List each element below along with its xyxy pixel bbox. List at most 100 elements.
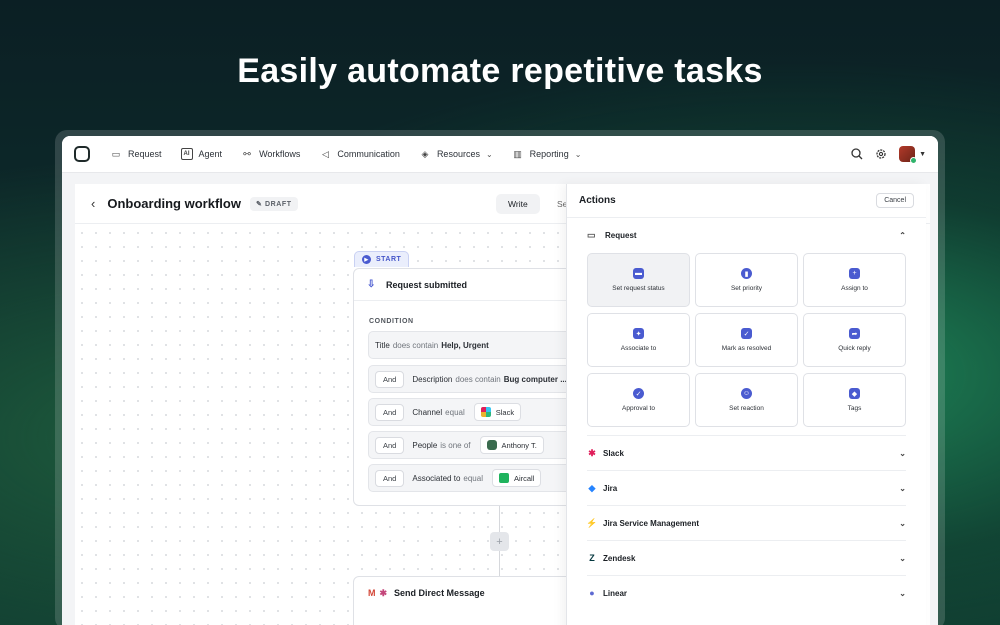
ticket-icon: ▬ (633, 268, 644, 279)
and-button[interactable]: And (375, 370, 405, 388)
tile-label: Assign to (841, 285, 868, 292)
start-badge: ▶ START (354, 251, 410, 267)
nav-resources[interactable]: ◈ Resources ⌄ (419, 148, 493, 160)
check-circle-icon: ✓ (633, 388, 644, 399)
tile-label: Set request status (612, 285, 665, 292)
integration-label: Zendesk (603, 553, 636, 563)
chevron-down-icon: ⌄ (899, 588, 906, 598)
trigger-card[interactable]: ⇩ Request submitted CONDITION Title does… (353, 268, 598, 506)
check-square-icon: ✓ (741, 328, 752, 339)
tile-set-request-status[interactable]: ▬ Set request status (587, 253, 690, 307)
tile-assign-to[interactable]: + Assign to (803, 253, 906, 307)
chevron-down-icon: ⌄ (899, 518, 906, 528)
condition-label: CONDITION (369, 318, 414, 325)
tile-quick-reply[interactable]: ➦ Quick reply (803, 313, 906, 367)
action-tiles: ▬ Set request status ▮ Set priority + As… (567, 253, 926, 427)
condition-operator: is one of (440, 440, 471, 450)
zendesk-icon: Z (589, 553, 595, 563)
and-button[interactable]: And (375, 436, 405, 454)
layers-icon: ◈ (421, 148, 429, 159)
start-label: START (376, 256, 402, 263)
tile-label: Quick reply (838, 345, 871, 352)
condition-row[interactable]: Title does contain Help, Urgent (368, 331, 598, 359)
pin-icon: ✦ (633, 328, 644, 339)
condition-operator: does contain (455, 374, 501, 384)
panel-title: Actions (579, 195, 616, 206)
add-step-button[interactable]: + (490, 532, 509, 551)
workflow-title: Onboarding workflow (107, 196, 241, 211)
chip-label: Anthony T. (501, 440, 537, 450)
chevron-up-icon: ⌃ (899, 231, 906, 240)
condition-row[interactable]: And People is one of Anthony T. (368, 431, 598, 459)
tab-write[interactable]: Write (496, 194, 540, 214)
smiley-icon: ☺ (741, 388, 752, 399)
action-card[interactable]: M ✱ Send Direct Message (353, 576, 583, 625)
condition-row[interactable]: And Channel equal Slack (368, 398, 598, 426)
cancel-button[interactable]: Cancel (876, 193, 914, 208)
chart-icon: ▥ (513, 148, 522, 159)
condition-row[interactable]: And Associated to equal Aircall (368, 464, 598, 492)
inbox-icon: ▭ (111, 148, 121, 159)
tile-set-priority[interactable]: ▮ Set priority (695, 253, 798, 307)
app-window: ▭ Request AI Agent ⚯ Workflows ◁ Communi… (55, 130, 945, 625)
gear-icon[interactable] (875, 148, 887, 160)
megaphone-icon: ◁ (321, 148, 329, 159)
reply-arrow-icon: ➦ (849, 328, 860, 339)
nav-request[interactable]: ▭ Request (110, 148, 162, 160)
value-chip[interactable]: Slack (473, 403, 522, 421)
tile-label: Associate to (620, 345, 657, 352)
actions-panel-header: Actions Cancel (567, 184, 926, 218)
nav-agent-label: Agent (198, 149, 223, 159)
nav-reporting[interactable]: ▥ Reporting ⌄ (512, 148, 581, 160)
aircall-icon (498, 473, 509, 483)
nav-reporting-label: Reporting (529, 149, 569, 159)
chevron-down-icon: ⌄ (899, 448, 906, 458)
search-icon[interactable] (851, 148, 863, 160)
logo-icon[interactable] (74, 146, 90, 162)
tile-approval-to[interactable]: ✓ Approval to (587, 373, 690, 427)
avatar-caret-icon[interactable]: ▼ (919, 151, 926, 158)
ai-icon: AI (180, 148, 193, 160)
tile-set-reaction[interactable]: ☺ Set reaction (695, 373, 798, 427)
inbox-download-icon: ⇩ (367, 278, 376, 290)
tile-tags[interactable]: ◆ Tags (803, 373, 906, 427)
and-button[interactable]: And (375, 403, 405, 421)
slack-icon: ✱ (588, 447, 596, 458)
integration-label: Jira (603, 483, 618, 493)
value-chip[interactable]: Aircall (491, 469, 542, 487)
value-chip[interactable]: Anthony T. (479, 436, 544, 454)
section-request[interactable]: ▭ Request ⌃ (567, 218, 926, 253)
inbox-icon: ▭ (587, 230, 596, 240)
integration-linear[interactable]: ● Linear ⌄ (587, 575, 906, 610)
condition-value: Bug computer ... (503, 374, 567, 384)
integration-jira[interactable]: ◆ Jira ⌄ (587, 470, 906, 505)
top-nav: ▭ Request AI Agent ⚯ Workflows ◁ Communi… (62, 136, 938, 173)
condition-row[interactable]: And Description does contain Bug compute… (368, 365, 598, 393)
chip-label: Aircall (513, 473, 535, 483)
jira-icon: ◆ (588, 482, 596, 493)
integration-label: Linear (603, 588, 628, 598)
condition-field: Channel (412, 407, 443, 417)
condition-field: People (412, 440, 438, 450)
nav-agent[interactable]: AI Agent (180, 148, 223, 160)
tile-associate-to[interactable]: ✦ Associate to (587, 313, 690, 367)
tile-mark-as-resolved[interactable]: ✓ Mark as resolved (695, 313, 798, 367)
tag-icon: ◆ (849, 388, 860, 399)
nav-workflows[interactable]: ⚯ Workflows (241, 148, 300, 160)
assign-user-icon: + (849, 268, 860, 279)
tile-label: Mark as resolved (721, 345, 772, 352)
back-arrow-icon[interactable]: ‹ (91, 196, 95, 211)
integration-jira-service-management[interactable]: ⚡ Jira Service Management ⌄ (586, 505, 906, 540)
condition-field: Title (375, 340, 390, 350)
trigger-title: Request submitted (386, 279, 468, 290)
chevron-down-icon: ⌄ (485, 149, 493, 159)
avatar[interactable] (899, 146, 918, 164)
condition-operator: equal (463, 473, 483, 483)
jira-service-management-icon: ⚡ (586, 517, 598, 528)
integration-label: Jira Service Management (603, 518, 700, 528)
integration-zendesk[interactable]: Z Zendesk ⌄ (587, 540, 906, 575)
nav-communication[interactable]: ◁ Communication (319, 148, 400, 160)
and-button[interactable]: And (375, 469, 405, 487)
integration-slack[interactable]: ✱ Slack ⌄ (587, 435, 906, 470)
nav-communication-label: Communication (337, 149, 400, 159)
